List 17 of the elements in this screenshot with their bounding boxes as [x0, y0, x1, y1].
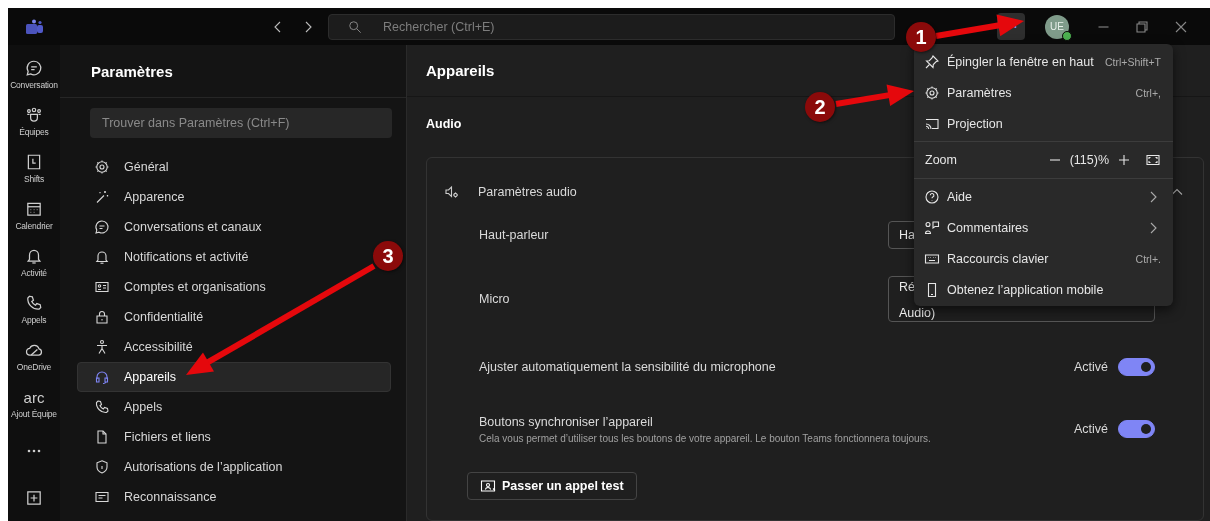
setting-label: Boutons synchroniser l’appareil	[479, 414, 654, 429]
toggle-state-label: Activé	[1073, 360, 1108, 374]
toggle-state-label: Activé	[1073, 422, 1108, 436]
setting-label: Ajuster automatiquement la sensibilité du microphone	[479, 360, 777, 374]
card-title: Paramètres audio	[478, 185, 577, 199]
setting-label: Micro	[479, 292, 510, 306]
zoom-value: (115)%	[1069, 153, 1109, 167]
section-heading: Audio	[426, 117, 462, 133]
zoom-label: Zoom	[925, 153, 957, 167]
setting-label: Haut-parleur	[479, 228, 549, 242]
step-marker: 2	[805, 92, 835, 122]
shortcut-text: Ctrl+,	[1135, 86, 1161, 99]
panel-title: Paramètres	[91, 62, 173, 80]
shortcut-text: Ctrl+.	[1135, 252, 1161, 265]
page-title: Appareils	[426, 62, 495, 79]
shortcut-text: Ctrl+Shift+T	[1104, 55, 1161, 68]
setting-description: Cela vous permet d’utiliser tous les boutons de votre appareil. Le bouton Teams fonctionnera toujours.	[479, 432, 932, 444]
